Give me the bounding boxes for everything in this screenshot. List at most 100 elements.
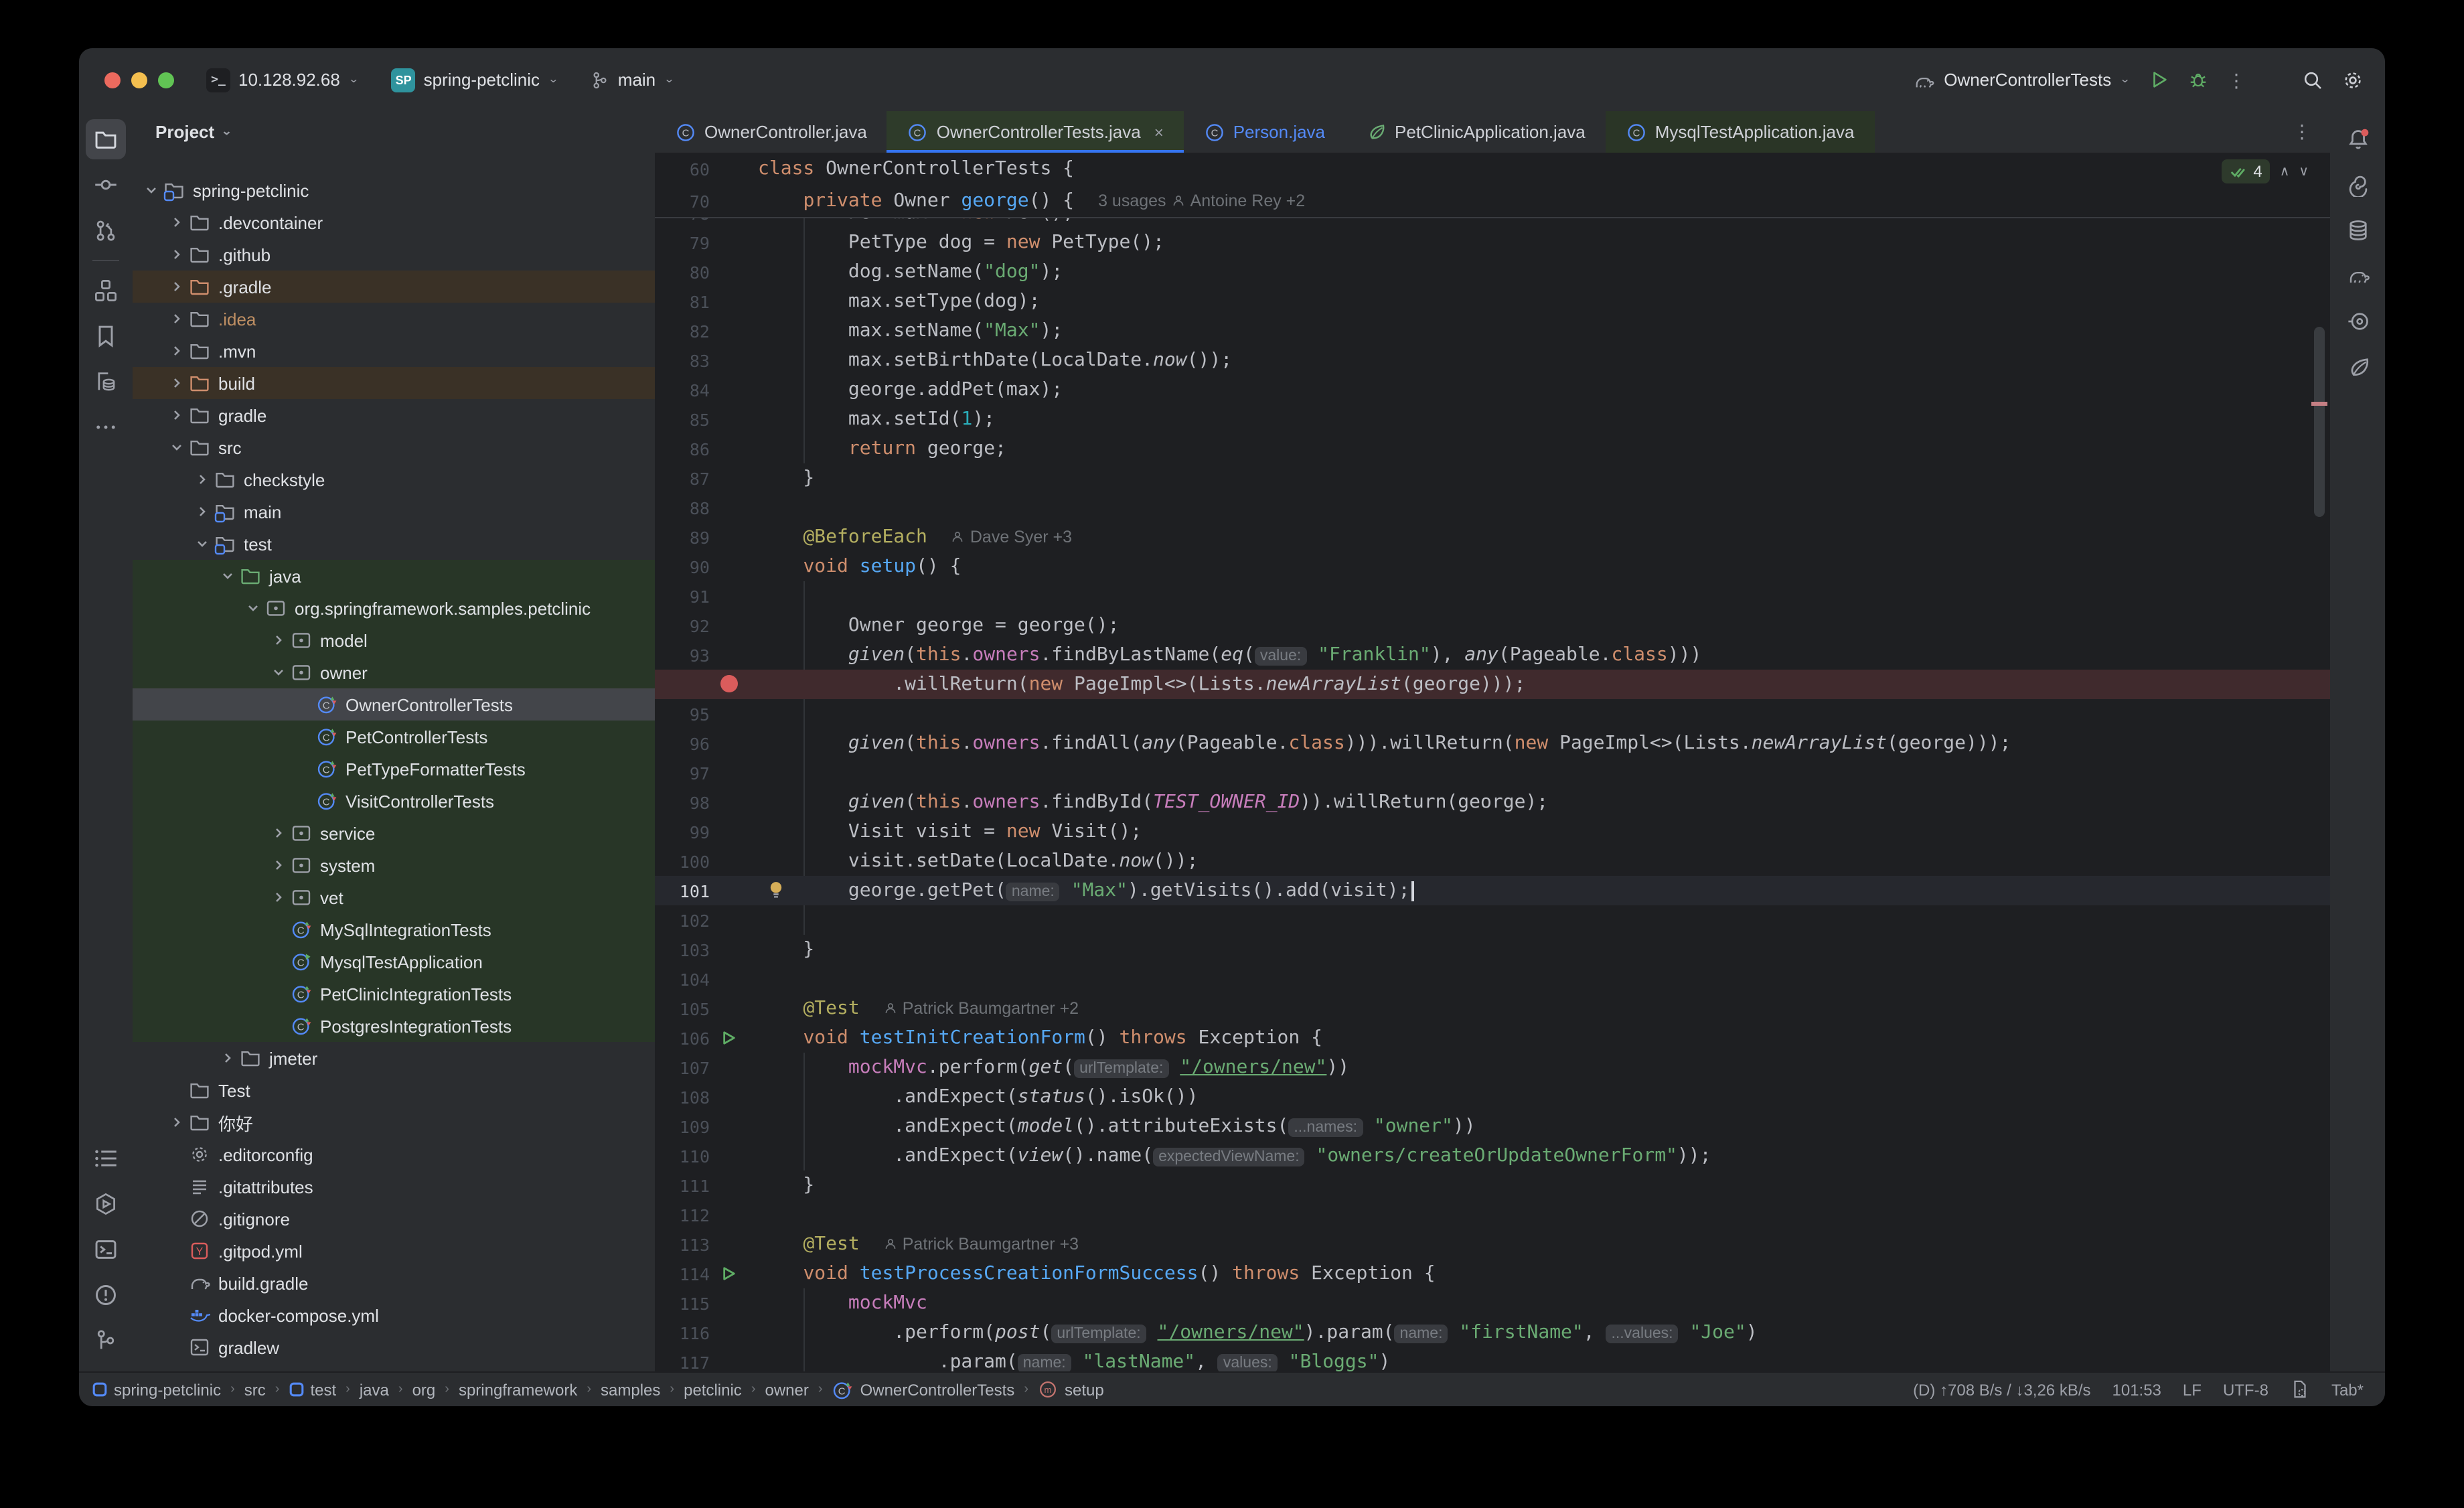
endpoints-icon[interactable] [2337, 301, 2378, 342]
project-view-selector[interactable]: Project ⌄ [133, 111, 655, 153]
chevron-down-icon[interactable] [242, 601, 264, 615]
chevron-down-icon[interactable] [191, 537, 213, 550]
code-line-112[interactable]: 112 [655, 1200, 2330, 1229]
code-line-108[interactable]: 108 .andExpect(status().isOk()) [655, 1082, 2330, 1112]
code-line-101[interactable]: 101 george.getPet(name: "Max").getVisits… [655, 876, 2330, 905]
tab-list-button[interactable]: ⋮ [2293, 121, 2311, 143]
indent-indicator[interactable]: Tab* [2331, 1380, 2364, 1399]
network-speed[interactable]: (D) ↑708 B/s / ↓3,26 kB/s [1913, 1380, 2090, 1399]
chevron-down-icon[interactable] [141, 183, 162, 197]
code-line-114[interactable]: 114 void testProcessCreationFormSuccess(… [655, 1259, 2330, 1288]
code-line-106[interactable]: 106 void testInitCreationForm() throws E… [655, 1023, 2330, 1053]
encoding[interactable]: UTF-8 [2223, 1380, 2268, 1399]
breadcrumb-src[interactable]: src [244, 1380, 266, 1399]
inline-annotation[interactable]: 3 usages Antoine Rey +2 [1098, 192, 1305, 210]
tree-item-src[interactable]: src [133, 431, 655, 463]
terminal-icon[interactable] [86, 1229, 126, 1270]
code-line-99[interactable]: 99 Visit visit = new Visit(); [655, 817, 2330, 846]
code-line-104[interactable]: 104 [655, 964, 2330, 994]
tree-item-.github[interactable]: .github [133, 238, 655, 271]
tree-item-org.springframework.samples.petclinic[interactable]: org.springframework.samples.petclinic [133, 592, 655, 624]
chevron-right-icon[interactable] [191, 505, 213, 518]
code-line-98[interactable]: 98 given(this.owners.findById(TEST_OWNER… [655, 787, 2330, 817]
todo-list-icon[interactable] [86, 1138, 126, 1179]
chevron-right-icon[interactable] [166, 312, 187, 325]
code-line-85[interactable]: 85 max.setId(1); [655, 404, 2330, 434]
code-line-94[interactable]: .willReturn(new PageImpl<>(Lists.newArra… [655, 670, 2330, 699]
code-line-80[interactable]: 80 dog.setName("dog"); [655, 257, 2330, 287]
tree-item-PetClinicIntegrationTests[interactable]: CPetClinicIntegrationTests [133, 978, 655, 1010]
tree-item-gradlew[interactable]: gradlew [133, 1331, 655, 1363]
file-settings[interactable] [2290, 1379, 2310, 1400]
editor-tab-MysqlTestApplication.java[interactable]: CMysqlTestApplication.java [1606, 111, 1875, 153]
tree-item-owner[interactable]: owner [133, 656, 655, 688]
editor[interactable]: 78 Pet max = new Pet();79 PetType dog = … [655, 153, 2330, 1371]
breadcrumb-test[interactable]: test [289, 1380, 336, 1399]
tree-item-jmeter[interactable]: jmeter [133, 1042, 655, 1074]
tree-item-PetControllerTests[interactable]: CPetControllerTests [133, 721, 655, 753]
project-folder-icon[interactable] [86, 119, 126, 159]
services-icon[interactable] [86, 1184, 126, 1224]
breadcrumb-spring-petclinic[interactable]: spring-petclinic [92, 1380, 221, 1399]
maximize-window-button[interactable] [158, 72, 174, 88]
tree-item-java[interactable]: java [133, 560, 655, 592]
breadcrumb-petclinic[interactable]: petclinic [684, 1380, 742, 1399]
code-line-93[interactable]: 93 given(this.owners.findByLastName(eq(v… [655, 640, 2330, 670]
code-line-81[interactable]: 81 max.setType(dog); [655, 287, 2330, 316]
chevron-right-icon[interactable] [268, 826, 289, 840]
problems-icon[interactable] [86, 1275, 126, 1315]
database-frame-icon[interactable] [86, 362, 126, 402]
tree-item-.editorconfig[interactable]: .editorconfig [133, 1138, 655, 1171]
chevron-right-icon[interactable] [166, 216, 187, 229]
tree-item-MySqlIntegrationTests[interactable]: CMySqlIntegrationTests [133, 913, 655, 946]
tree-item-.gradle[interactable]: .gradle [133, 271, 655, 303]
inline-annotation[interactable]: Dave Syer +3 [951, 528, 1072, 546]
tree-item-checkstyle[interactable]: checkstyle [133, 463, 655, 496]
code-line-89[interactable]: 89 @BeforeEachDave Syer +3 [655, 522, 2330, 552]
code-line-105[interactable]: 105 @TestPatrick Baumgartner +2 [655, 994, 2330, 1023]
code-line-88[interactable]: 88 [655, 493, 2330, 522]
remote-host-widget[interactable]: >_ 10.128.92.68 ⌄ [206, 68, 360, 92]
minimize-window-button[interactable] [131, 72, 147, 88]
chevron-right-icon[interactable] [166, 376, 187, 390]
run-test-icon[interactable] [722, 1266, 737, 1282]
git-branch-icon[interactable] [86, 1321, 126, 1361]
tree-item-.gitattributes[interactable]: .gitattributes [133, 1171, 655, 1203]
breadcrumb-org[interactable]: org [412, 1380, 436, 1399]
tree-item-PetTypeFormatterTests[interactable]: CPetTypeFormatterTests [133, 753, 655, 785]
chevron-right-icon[interactable] [166, 344, 187, 358]
chevron-down-icon[interactable] [217, 569, 238, 583]
chevron-right-icon[interactable] [191, 473, 213, 486]
gradle-icon[interactable] [2337, 256, 2378, 296]
tree-item-.idea[interactable]: .idea [133, 303, 655, 335]
vcs-branch-widget[interactable]: main ⌄ [591, 70, 675, 90]
editor-tab-OwnerControllerTests.java[interactable]: COwnerControllerTests.java× [887, 111, 1184, 153]
project-widget[interactable]: SP spring-petclinic ⌄ [392, 68, 559, 92]
code-line-100[interactable]: 100 visit.setDate(LocalDate.now()); [655, 846, 2330, 876]
tree-item-main[interactable]: main [133, 496, 655, 528]
code-line-83[interactable]: 83 max.setBirthDate(LocalDate.now()); [655, 346, 2330, 375]
macos-window-controls[interactable] [104, 72, 174, 88]
code-line-116[interactable]: 116 .perform(post(urlTemplate: "/owners/… [655, 1318, 2330, 1347]
pull-request-icon[interactable] [86, 210, 126, 250]
editor-tab-OwnerController.java[interactable]: COwnerController.java [655, 111, 887, 153]
tree-item-gradle[interactable]: gradle [133, 399, 655, 431]
code-line-87[interactable]: 87 } [655, 463, 2330, 493]
debug-button[interactable] [2188, 70, 2208, 90]
breadcrumb-setup[interactable]: msetup [1038, 1379, 1104, 1400]
prev-problem-button[interactable]: ∧ [2280, 164, 2290, 179]
code-line-109[interactable]: 109 .andExpect(model().attributeExists(.… [655, 1112, 2330, 1141]
breadcrumb-springframework[interactable]: springframework [459, 1380, 577, 1399]
tree-item-vet[interactable]: vet [133, 881, 655, 913]
code-line-113[interactable]: 113 @TestPatrick Baumgartner +3 [655, 1229, 2330, 1259]
code-line-115[interactable]: 115 mockMvc [655, 1288, 2330, 1318]
editor-tab-PetClinicApplication.java[interactable]: PetClinicApplication.java [1345, 111, 1606, 153]
run-test-icon[interactable] [722, 1030, 737, 1046]
line-ending[interactable]: LF [2183, 1380, 2202, 1399]
tree-item-MysqlTestApplication[interactable]: CMysqlTestApplication [133, 946, 655, 978]
breadcrumb-java[interactable]: java [360, 1380, 389, 1399]
tree-item-.gitpod.yml[interactable]: Y.gitpod.yml [133, 1235, 655, 1267]
chevron-right-icon[interactable] [268, 858, 289, 872]
tree-item-gradlew.bat[interactable]: gradlew.bat [133, 1363, 655, 1371]
tree-item-build[interactable]: build [133, 367, 655, 399]
